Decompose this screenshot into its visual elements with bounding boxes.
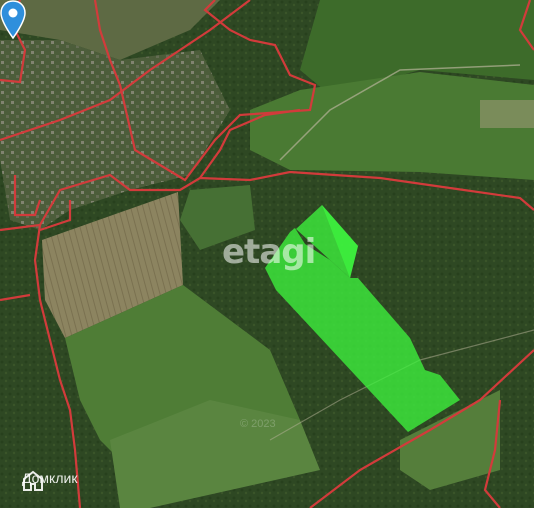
copyright-text: © 2023 <box>240 418 276 430</box>
map-pin-icon[interactable] <box>0 0 26 40</box>
etagi-watermark: etagi <box>222 232 316 272</box>
domclick-brand: Домклик <box>22 470 77 491</box>
field-patch <box>480 100 534 128</box>
domclick-logo-icon <box>23 470 43 491</box>
satellite-map[interactable]: etagi © 2023 Домклик <box>0 0 534 508</box>
